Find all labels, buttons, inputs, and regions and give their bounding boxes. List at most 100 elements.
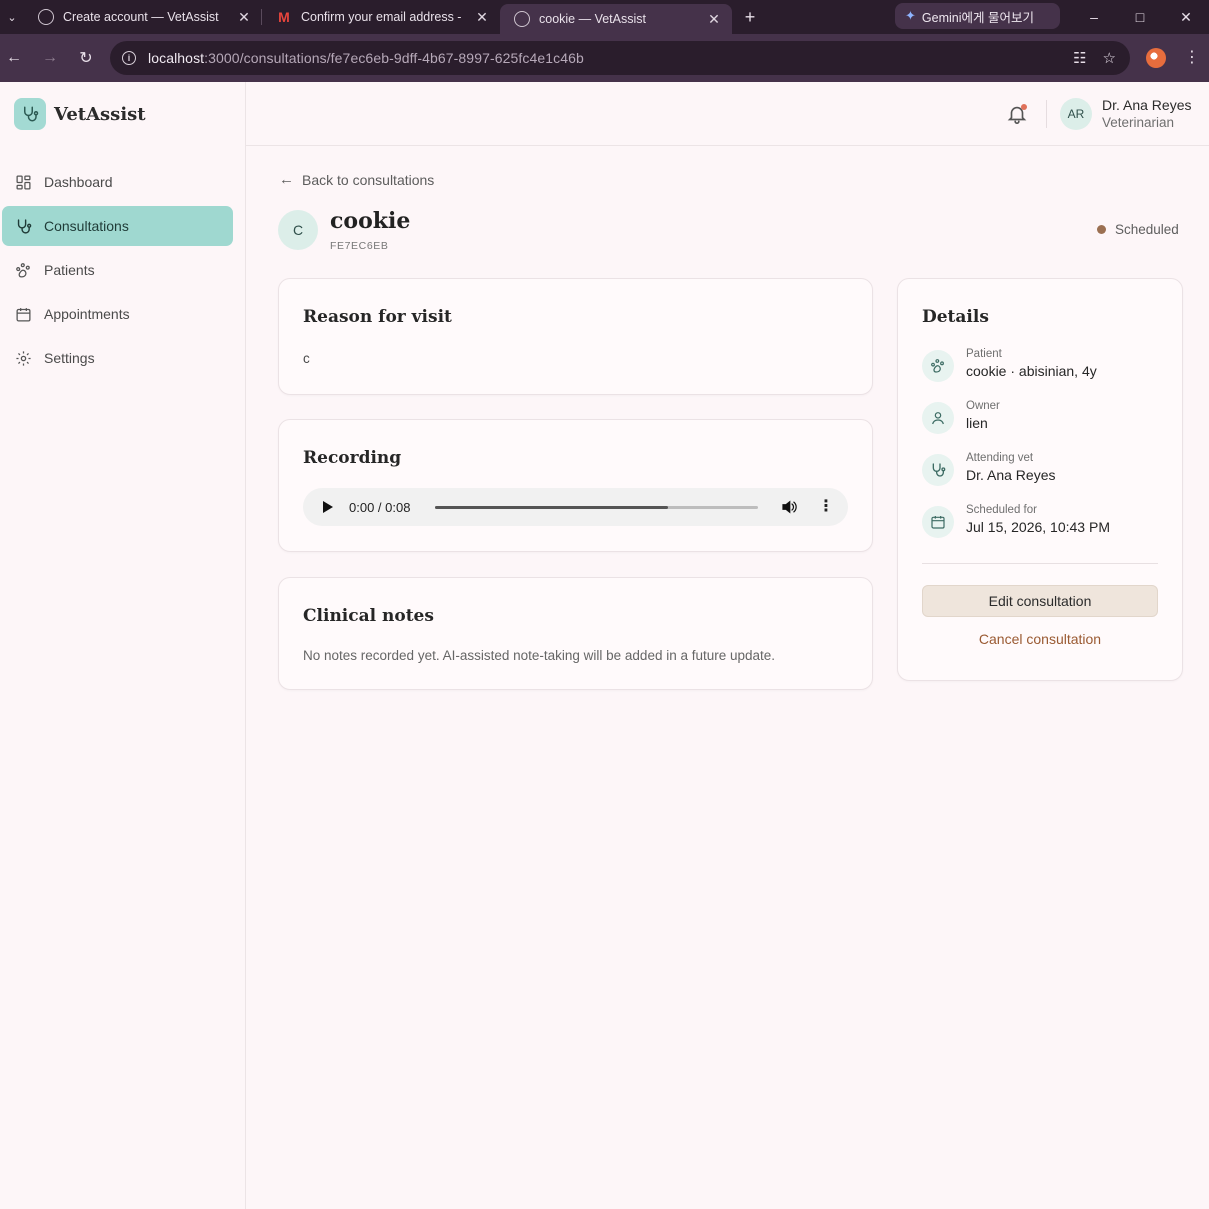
audio-seek-bar[interactable] bbox=[435, 506, 758, 509]
user-role: Veterinarian bbox=[1102, 115, 1175, 130]
user-icon bbox=[922, 402, 954, 434]
consultation-id: FE7EC6EB bbox=[330, 240, 389, 252]
brand[interactable]: VetAssist bbox=[14, 98, 146, 130]
address-bar[interactable]: i localhost:3000/consultations/fe7ec6eb-… bbox=[110, 41, 1130, 75]
detail-value: Jul 15, 2026, 10:43 PM bbox=[966, 519, 1110, 535]
sidebar-item-label: Consultations bbox=[44, 218, 129, 234]
browser-tab-gmail[interactable]: M Confirm your email address - ✕ bbox=[262, 0, 500, 34]
reload-icon[interactable]: ↻ bbox=[68, 40, 104, 76]
calendar-icon bbox=[922, 506, 954, 538]
tab-title: Create account — VetAssist bbox=[63, 10, 219, 24]
site-info-icon[interactable]: i bbox=[122, 51, 136, 65]
card-title: Clinical notes bbox=[303, 606, 434, 626]
brand-name: VetAssist bbox=[54, 103, 146, 125]
header-divider bbox=[1046, 100, 1047, 128]
close-tab-icon[interactable]: ✕ bbox=[236, 9, 252, 26]
audio-more-icon[interactable]: ⋮ bbox=[818, 496, 834, 516]
detail-label: Patient bbox=[966, 348, 1002, 360]
app-header: AR Dr. Ana Reyes Veterinarian bbox=[246, 82, 1209, 146]
detail-label: Owner bbox=[966, 400, 1000, 412]
dashboard-icon bbox=[14, 173, 32, 191]
detail-label: Attending vet bbox=[966, 452, 1034, 464]
paw-icon bbox=[922, 350, 954, 382]
back-label: Back to consultations bbox=[302, 171, 435, 188]
notes-text: No notes recorded yet. AI-assisted note-… bbox=[303, 648, 776, 663]
detail-owner: Owner lien bbox=[922, 400, 1000, 434]
recording-card: Recording 0:00 / 0:08 ⋮ bbox=[278, 419, 873, 552]
play-icon[interactable] bbox=[323, 501, 333, 513]
detail-patient: Patient cookie · abisinian, 4y bbox=[922, 348, 1097, 382]
gemini-sparkle-icon: ✦ bbox=[905, 8, 916, 23]
details-card: Details Patient cookie · abisinian, 4y O… bbox=[897, 278, 1183, 681]
volume-icon[interactable] bbox=[780, 498, 798, 516]
detail-value: cookie · abisinian, 4y bbox=[966, 363, 1097, 379]
reason-text: c bbox=[303, 351, 310, 366]
stethoscope-icon bbox=[922, 454, 954, 486]
stethoscope-icon bbox=[14, 217, 32, 235]
card-title: Details bbox=[922, 307, 989, 327]
sidebar-item-appointments[interactable]: Appointments bbox=[2, 294, 233, 334]
gemini-label: Gemini에게 물어보기 bbox=[921, 10, 1034, 25]
browser-tab-cookie[interactable]: cookie — VetAssist ✕ bbox=[500, 4, 732, 34]
sidebar-item-label: Appointments bbox=[44, 306, 130, 322]
cancel-consultation-link[interactable]: Cancel consultation bbox=[922, 631, 1158, 647]
browser-tab-create-account[interactable]: Create account — VetAssist ✕ bbox=[24, 0, 262, 34]
sidebar-item-label: Settings bbox=[44, 350, 95, 366]
detail-value: lien bbox=[966, 415, 988, 431]
notification-dot bbox=[1021, 104, 1027, 110]
detail-scheduled-for: Scheduled for Jul 15, 2026, 10:43 PM bbox=[922, 504, 1110, 538]
sidebar: VetAssist Dashboard Consultations Patien… bbox=[0, 82, 246, 1209]
browser-menu-icon[interactable]: ⋮ bbox=[1184, 48, 1200, 68]
audio-seek-fill bbox=[435, 506, 668, 509]
translate-icon[interactable]: ☷ bbox=[1073, 49, 1086, 67]
close-tab-icon[interactable]: ✕ bbox=[706, 11, 722, 28]
detail-value: Dr. Ana Reyes bbox=[966, 467, 1056, 483]
edit-consultation-button[interactable]: Edit consultation bbox=[922, 585, 1158, 617]
sidebar-nav: Dashboard Consultations Patients Appoint… bbox=[2, 162, 233, 382]
detail-attending-vet: Attending vet Dr. Ana Reyes bbox=[922, 452, 1056, 486]
tab-title: Confirm your email address - bbox=[301, 10, 462, 24]
notifications-bell-icon[interactable] bbox=[1006, 103, 1028, 125]
status-dot bbox=[1097, 225, 1106, 234]
close-tab-icon[interactable]: ✕ bbox=[474, 9, 490, 26]
page-title: cookie bbox=[330, 208, 411, 234]
sidebar-item-label: Patients bbox=[44, 262, 95, 278]
bookmark-star-icon[interactable]: ☆ bbox=[1103, 49, 1116, 67]
gemini-button[interactable]: ✦ Gemini에게 물어보기 bbox=[895, 3, 1060, 29]
paw-icon bbox=[14, 261, 32, 279]
user-avatar[interactable]: AR bbox=[1060, 98, 1092, 130]
new-tab-plus-icon[interactable]: + bbox=[732, 7, 768, 28]
tab-title: cookie — VetAssist bbox=[539, 12, 646, 26]
sidebar-item-consultations[interactable]: Consultations bbox=[2, 206, 233, 246]
audio-time: 0:00 / 0:08 bbox=[349, 499, 411, 515]
globe-icon bbox=[38, 9, 54, 25]
tab-search-chevron-icon[interactable]: ⌄ bbox=[0, 0, 24, 34]
sidebar-item-dashboard[interactable]: Dashboard bbox=[2, 162, 233, 202]
card-title: Reason for visit bbox=[303, 307, 452, 327]
user-name: Dr. Ana Reyes bbox=[1102, 97, 1192, 113]
back-to-consultations-link[interactable]: ← Back to consultations bbox=[279, 171, 434, 188]
gmail-icon: M bbox=[278, 9, 290, 25]
maximize-icon[interactable]: □ bbox=[1117, 0, 1163, 34]
reason-card: Reason for visit c bbox=[278, 278, 873, 395]
gear-icon bbox=[14, 349, 32, 367]
audio-player: 0:00 / 0:08 ⋮ bbox=[303, 488, 848, 526]
window-controls: – □ ✕ bbox=[1071, 0, 1209, 34]
sidebar-item-patients[interactable]: Patients bbox=[2, 250, 233, 290]
minimize-icon[interactable]: – bbox=[1071, 0, 1117, 34]
status-label: Scheduled bbox=[1115, 222, 1179, 237]
card-title: Recording bbox=[303, 448, 402, 468]
patient-avatar: C bbox=[278, 210, 318, 250]
clinical-notes-card: Clinical notes No notes recorded yet. AI… bbox=[278, 577, 873, 690]
details-divider bbox=[922, 563, 1158, 564]
detail-label: Scheduled for bbox=[966, 504, 1037, 516]
forward-arrow-icon[interactable]: → bbox=[32, 40, 68, 76]
status-badge: Scheduled bbox=[1097, 222, 1179, 237]
window-close-icon[interactable]: ✕ bbox=[1163, 0, 1209, 34]
sidebar-item-settings[interactable]: Settings bbox=[2, 338, 233, 378]
sidebar-item-label: Dashboard bbox=[44, 174, 113, 190]
back-arrow-icon[interactable]: ← bbox=[0, 40, 32, 76]
browser-toolbar: ← → ↻ i localhost:3000/consultations/fe7… bbox=[0, 34, 1209, 82]
arrow-left-icon: ← bbox=[279, 171, 294, 188]
profile-avatar-icon[interactable] bbox=[1146, 48, 1166, 68]
